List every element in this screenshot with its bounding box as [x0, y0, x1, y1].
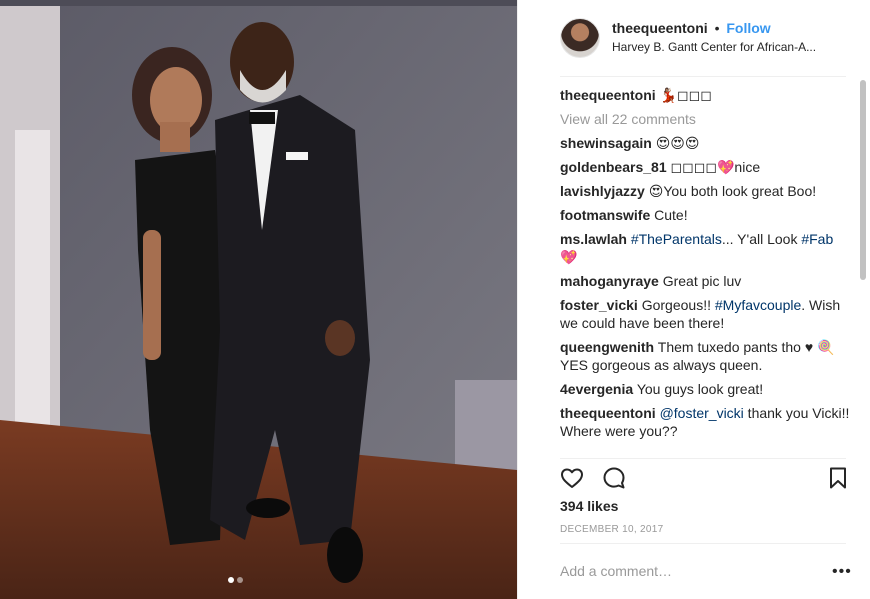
location-link[interactable]: Harvey B. Gantt Center for African-A... — [612, 40, 850, 54]
comment-text: Cute! — [654, 207, 688, 223]
caption: theequeentoni 💃🏽◻◻◻ — [560, 86, 850, 104]
heart-icon[interactable] — [560, 466, 584, 490]
comment-item: theequeentoni @foster_vicki thank you Vi… — [560, 404, 850, 440]
comment-text: Great pic luv — [662, 273, 742, 289]
hashtag-link[interactable]: #Fab — [801, 231, 833, 247]
view-all-comments-button[interactable]: View all 22 comments — [560, 110, 850, 128]
post-photo[interactable] — [0, 0, 517, 599]
caption-username[interactable]: theequeentoni — [560, 87, 656, 103]
comment-item: 4evergenia You guys look great! — [560, 380, 850, 398]
comment-item: goldenbears_81 ◻◻◻◻💖nice — [560, 158, 850, 176]
comment-item: foster_vicki Gorgeous!! #Myfavcouple. Wi… — [560, 296, 850, 332]
comment-text: ◻◻◻◻💖nice — [670, 159, 761, 175]
comment-text: Gorgeous!! — [641, 297, 711, 313]
comment-username[interactable]: 4evergenia — [560, 381, 633, 397]
action-bar — [560, 466, 850, 490]
add-comment-divider — [560, 543, 846, 544]
comment-item: mahoganyraye Great pic luv — [560, 272, 850, 290]
comment-username[interactable]: mahoganyraye — [560, 273, 659, 289]
follow-button[interactable]: Follow — [726, 20, 770, 36]
comment-bubble-icon[interactable] — [602, 466, 626, 490]
comment-text: 😍😍😍 — [655, 135, 700, 151]
comment-text: 😍You both look great Boo! — [648, 183, 817, 199]
comments-scrollbar[interactable] — [859, 78, 867, 460]
comment-text: You guys look great! — [636, 381, 764, 397]
header-divider — [560, 76, 846, 77]
header-username[interactable]: theequeentoni — [612, 20, 708, 36]
comment-item: footmanswife Cute! — [560, 206, 850, 224]
comment-item: shewinsagain 😍😍😍 — [560, 134, 850, 152]
carousel-dot-active[interactable] — [228, 577, 234, 583]
carousel-dot[interactable] — [237, 577, 243, 583]
header-separator: • — [714, 20, 720, 36]
caption-text: 💃🏽◻◻◻ — [659, 87, 712, 103]
hashtag-link[interactable]: #Myfavcouple — [715, 297, 801, 313]
add-comment-input[interactable]: Add a comment… — [560, 563, 672, 579]
comment-username[interactable]: goldenbears_81 — [560, 159, 667, 175]
post-sidebar: theequeentoni • Follow Harvey B. Gantt C… — [517, 0, 870, 599]
comment-text: 💖 — [560, 249, 578, 265]
scrollbar-thumb[interactable] — [860, 80, 866, 280]
comment-username[interactable]: foster_vicki — [560, 297, 638, 313]
comment-username[interactable]: queengwenith — [560, 339, 654, 355]
comment-item: lavishlyjazzy 😍You both look great Boo! — [560, 182, 850, 200]
photo-image — [0, 0, 517, 599]
comment-item: ms.lawlah #TheParentals... Y'all Look #F… — [560, 230, 850, 266]
post-date: DECEMBER 10, 2017 — [560, 524, 664, 535]
comment-username[interactable]: lavishlyjazzy — [560, 183, 645, 199]
comments-divider — [560, 458, 846, 459]
likes-count[interactable]: 394 likes — [560, 498, 618, 514]
comment-username[interactable]: shewinsagain — [560, 135, 652, 151]
comment-username[interactable]: ms.lawlah — [560, 231, 627, 247]
comment-item: queengwenith Them tuxedo pants tho ♥ 🍭YE… — [560, 338, 850, 374]
comment-text: ... Y'all Look — [721, 231, 798, 247]
carousel-dots — [228, 577, 243, 583]
header-user-line: theequeentoni • Follow — [612, 20, 771, 36]
bookmark-icon[interactable] — [826, 466, 850, 490]
mention-link[interactable]: @foster_vicki — [660, 405, 744, 421]
hashtag-link[interactable]: #TheParentals — [631, 231, 722, 247]
comment-username[interactable]: theequeentoni — [560, 405, 656, 421]
comments-list: theequeentoni 💃🏽◻◻◻ View all 22 comments… — [560, 86, 850, 456]
avatar[interactable] — [560, 18, 600, 58]
post-header: theequeentoni • Follow Harvey B. Gantt C… — [560, 18, 850, 58]
more-options-icon[interactable]: ••• — [832, 563, 852, 581]
comment-username[interactable]: footmanswife — [560, 207, 650, 223]
